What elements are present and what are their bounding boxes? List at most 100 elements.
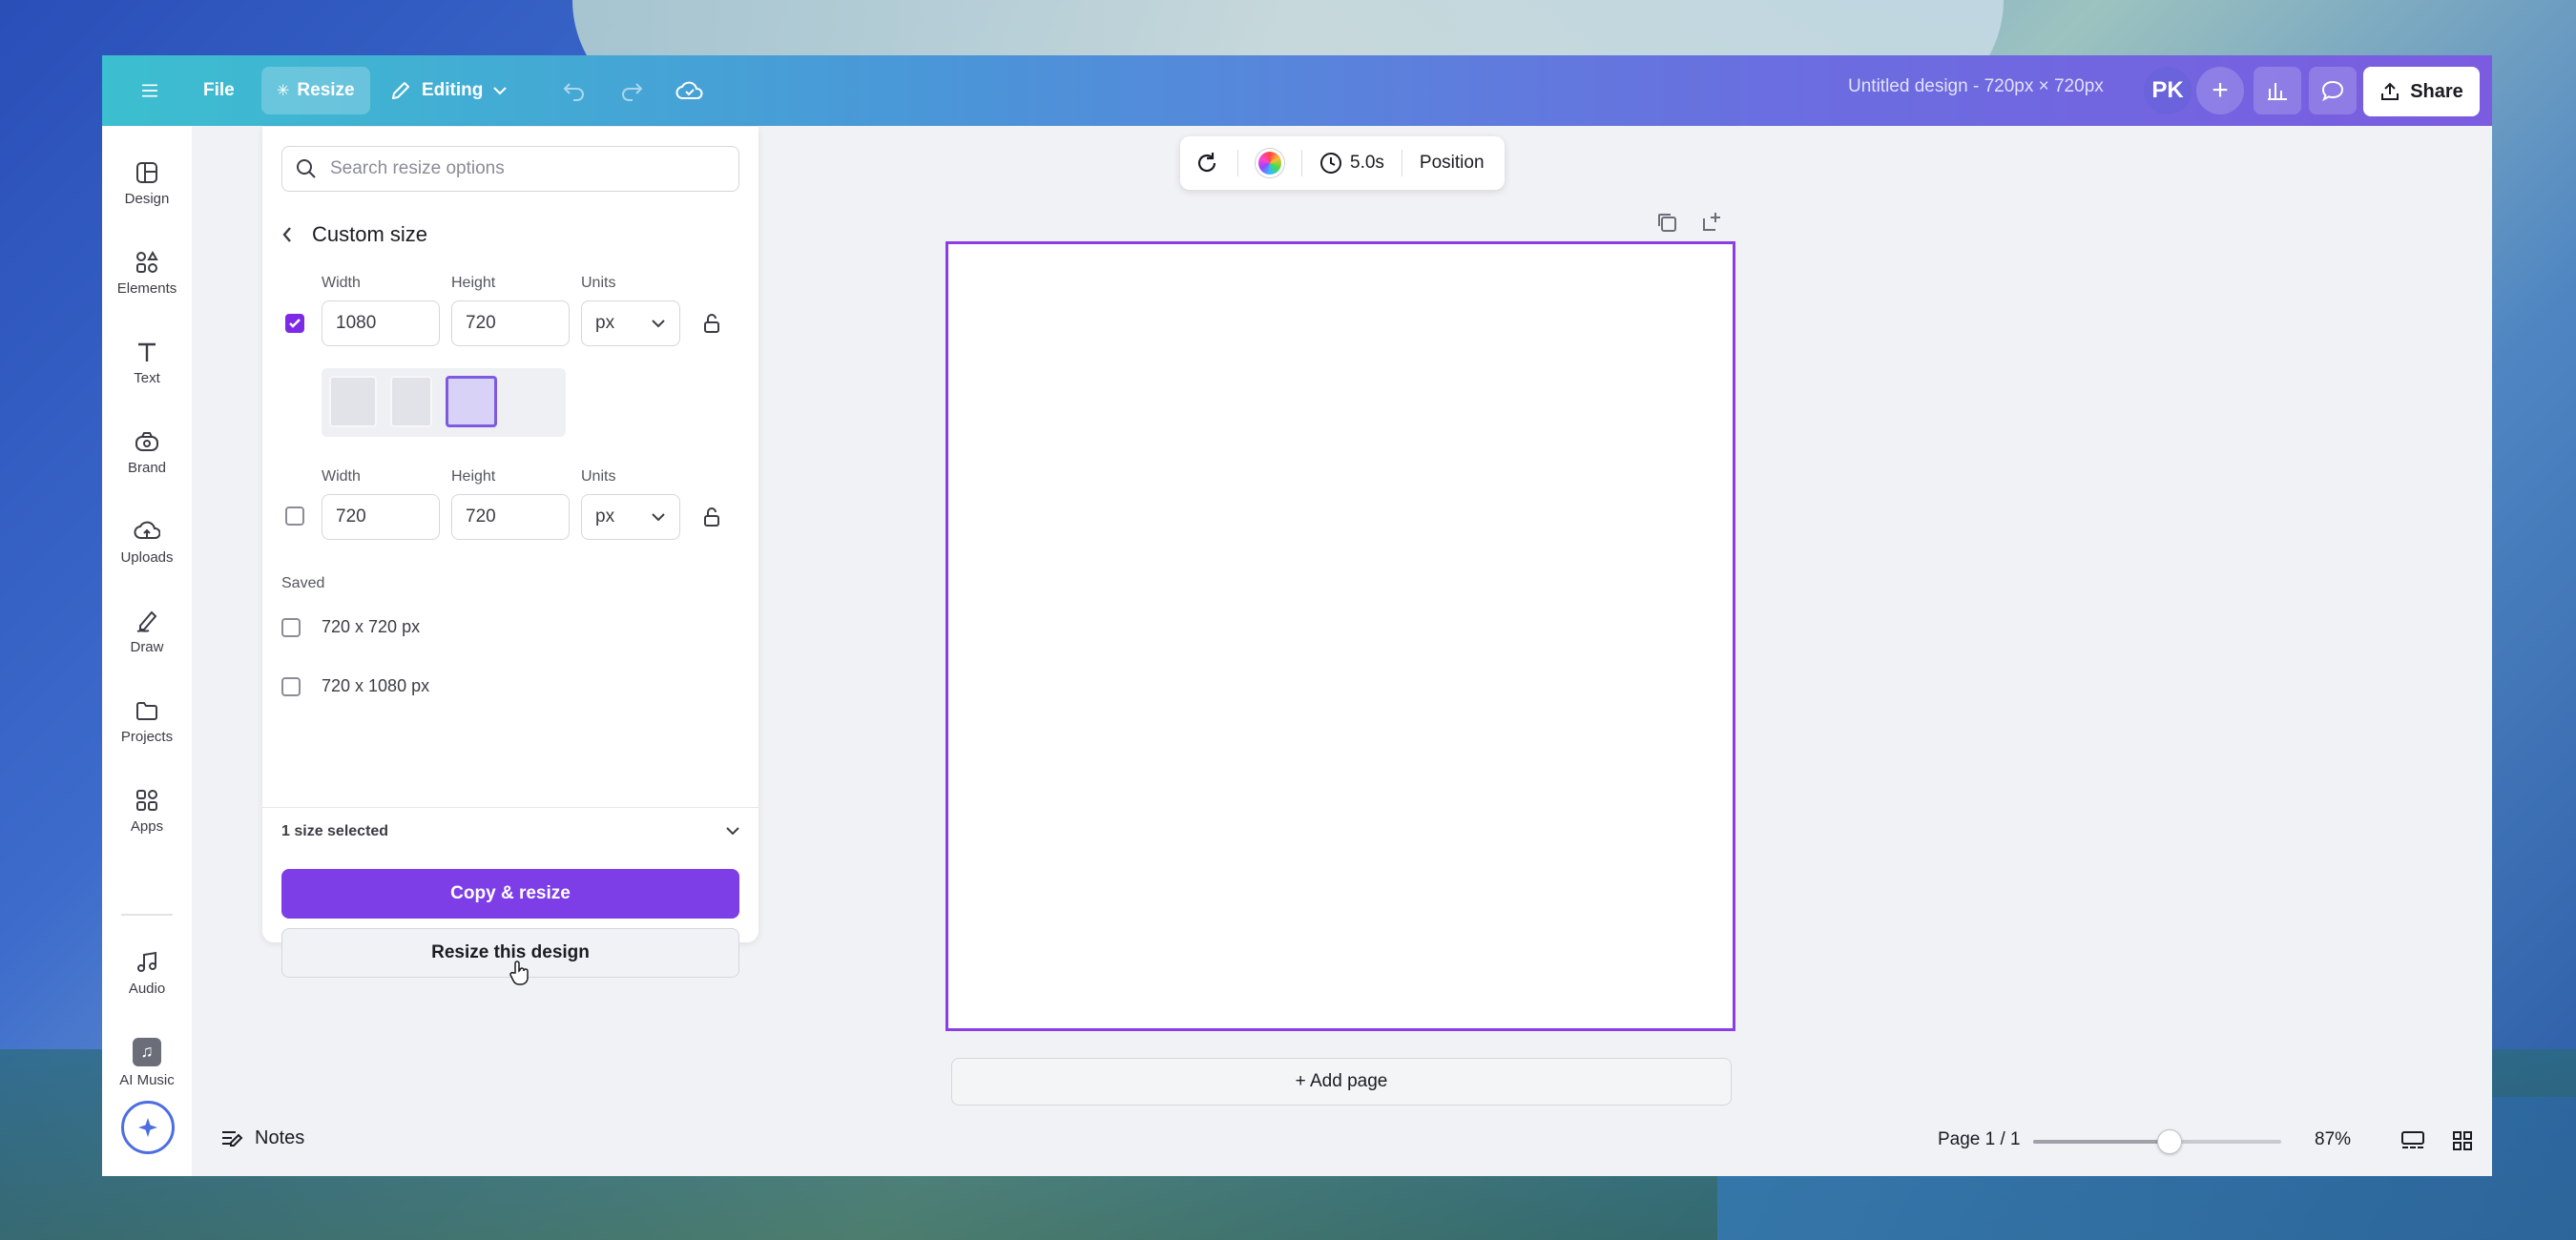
unlock-icon <box>704 314 719 333</box>
file-menu-button[interactable]: File <box>188 67 250 114</box>
units-label: Units <box>581 275 616 291</box>
comments-button[interactable] <box>2309 67 2357 114</box>
magic-assistant-button[interactable] <box>121 1101 175 1154</box>
duration-button[interactable]: 5.0s <box>1319 152 1384 175</box>
resize-button[interactable]: ✳ Resize <box>261 67 370 114</box>
element-toolbar: 5.0s Position <box>1180 136 1505 190</box>
avatar[interactable]: PK <box>2144 67 2192 114</box>
apps-icon <box>136 789 157 811</box>
size1-checkbox[interactable] <box>285 314 304 333</box>
size2-height-input[interactable]: 720 <box>451 494 570 540</box>
share-button[interactable]: Share <box>2363 67 2480 116</box>
orientation-portrait[interactable] <box>390 376 432 427</box>
saved-size-checkbox[interactable] <box>281 617 301 637</box>
sidebar-item-label: Uploads <box>120 548 174 566</box>
page-indicator[interactable]: Page 1 / 1 <box>1938 1129 2021 1150</box>
pencil-icon <box>392 82 409 99</box>
app-window: File ✳ Resize Editing Untitled design - … <box>102 55 2492 1176</box>
redo-button[interactable] <box>608 67 655 114</box>
orientation-options <box>322 368 566 437</box>
add-page-icon <box>1703 213 1720 231</box>
editing-mode-button[interactable]: Editing <box>374 67 523 114</box>
check-icon <box>289 319 301 328</box>
search-icon <box>297 159 316 178</box>
zoom-slider[interactable] <box>2033 1129 2281 1154</box>
text-icon <box>138 342 156 362</box>
size2-checkbox[interactable] <box>285 506 304 526</box>
sidebar-item-label: Audio <box>128 980 166 997</box>
invite-button[interactable]: + <box>2196 67 2244 114</box>
sidebar-item-draw[interactable]: Draw <box>102 589 192 674</box>
size2-width-input[interactable]: 720 <box>322 494 440 540</box>
insights-button[interactable] <box>2254 67 2301 114</box>
notes-button[interactable]: Notes <box>220 1127 304 1149</box>
notes-label: Notes <box>255 1127 305 1148</box>
search-placeholder: Search resize options <box>330 158 505 178</box>
zoom-slider-handle[interactable] <box>2157 1129 2182 1154</box>
zoom-level[interactable]: 87% <box>2315 1129 2351 1150</box>
sidebar-item-label: Projects <box>120 728 174 745</box>
pen-icon <box>136 610 157 632</box>
color-picker-button[interactable] <box>1256 149 1284 177</box>
size1-units-select[interactable]: px <box>581 300 680 346</box>
menu-button[interactable] <box>126 67 174 114</box>
position-button[interactable]: Position <box>1420 153 1485 174</box>
width-label: Width <box>322 275 361 291</box>
height-label: Height <box>451 275 496 291</box>
top-bar: File ✳ Resize Editing Untitled design - … <box>102 55 2492 126</box>
undo-button[interactable] <box>551 67 598 114</box>
sidebar-item-label: Text <box>134 369 160 386</box>
sidebar-item-projects[interactable]: Projects <box>102 678 192 764</box>
size1-width-input[interactable]: 1080 <box>322 300 440 346</box>
page-view-button[interactable] <box>2398 1126 2428 1156</box>
size2-lock-button[interactable] <box>703 506 720 532</box>
resize-search-input[interactable]: Search resize options <box>281 146 739 192</box>
hand-cursor-icon <box>509 961 529 985</box>
size1-height-input[interactable]: 720 <box>451 300 570 346</box>
custom-size-title: Custom size <box>312 222 428 246</box>
size1-lock-button[interactable] <box>703 313 720 339</box>
saved-size-item[interactable]: 720 x 720 px <box>281 617 420 637</box>
saved-size-item[interactable]: 720 x 1080 px <box>281 676 429 696</box>
layout-rows-icon <box>2401 1131 2424 1148</box>
hamburger-icon <box>141 84 158 97</box>
design-canvas[interactable] <box>945 241 1735 1031</box>
sidebar-item-uploads[interactable]: Uploads <box>102 499 192 585</box>
notes-icon <box>222 1130 243 1147</box>
grid-view-button[interactable] <box>2447 1126 2478 1156</box>
sidebar-item-audio[interactable]: Audio <box>102 930 192 1016</box>
add-page-button[interactable]: + Add page <box>951 1058 1732 1106</box>
sidebar-item-elements[interactable]: Elements <box>102 230 192 316</box>
clock-icon <box>1320 153 1341 174</box>
design-title[interactable]: Untitled design - 720px × 720px <box>1848 76 2104 97</box>
sidebar-item-label: Brand <box>127 459 167 476</box>
add-page-top-button[interactable] <box>1700 211 1723 238</box>
sidebar-item-brand[interactable]: Brand <box>102 409 192 495</box>
undo-icon <box>563 83 584 101</box>
sidebar-item-text[interactable]: Text <box>102 320 192 405</box>
toolbar-divider <box>1301 150 1302 176</box>
size2-units-select[interactable]: px <box>581 494 680 540</box>
sidebar-item-apps[interactable]: Apps <box>102 768 192 854</box>
saved-size-label: 720 x 720 px <box>322 617 421 636</box>
saved-size-label: 720 x 1080 px <box>322 676 430 695</box>
grid-icon <box>2453 1131 2472 1150</box>
back-to-resize-options[interactable]: Custom size <box>281 222 427 247</box>
saved-size-checkbox[interactable] <box>281 676 301 696</box>
animate-icon[interactable] <box>1194 150 1220 176</box>
width-label: Width <box>322 468 361 485</box>
redo-icon <box>622 83 643 101</box>
sidebar-item-ai-music[interactable]: ♫ AI Music <box>102 1020 192 1106</box>
copy-and-resize-button[interactable]: Copy & resize <box>281 869 739 919</box>
sidebar-item-design[interactable]: Design <box>102 140 192 226</box>
orientation-square[interactable] <box>329 376 377 427</box>
left-sidebar: Design Elements Text Brand Uploads Draw … <box>102 126 192 1176</box>
expand-selection-button[interactable] <box>725 823 740 840</box>
chevron-down-icon <box>652 513 665 522</box>
duplicate-page-button[interactable] <box>1655 211 1678 238</box>
chevron-left-icon <box>282 227 291 242</box>
sidebar-divider <box>121 914 173 916</box>
orientation-landscape[interactable] <box>446 376 497 427</box>
cloud-save-button[interactable] <box>666 67 714 114</box>
shapes-icon <box>136 250 158 273</box>
